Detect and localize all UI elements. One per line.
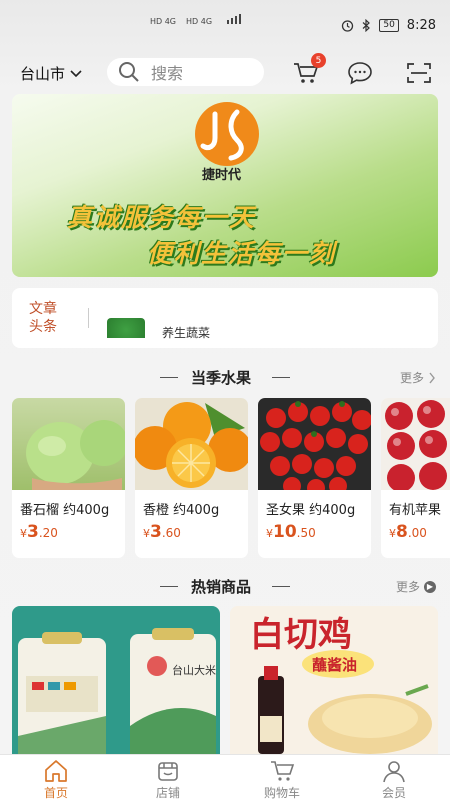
user-icon xyxy=(383,761,405,783)
section-header-fruit: 当季水果 更多 xyxy=(0,367,450,389)
product-name: 圣女果 约400g xyxy=(266,503,356,518)
tab-label: 店铺 xyxy=(155,786,180,800)
apple-image xyxy=(381,398,450,490)
divider xyxy=(88,308,89,328)
product-name: 有机苹果 xyxy=(389,503,442,518)
chicken-poster-image: 白切鸡 蘸酱油 xyxy=(230,606,438,754)
scan-button[interactable] xyxy=(406,60,432,86)
signal-icon xyxy=(226,14,241,24)
product-card[interactable]: 台山大米 xyxy=(12,606,220,754)
chevron-down-icon xyxy=(70,69,82,77)
product-price: ¥3.60 xyxy=(143,522,181,542)
home-icon xyxy=(45,760,67,782)
price-integer: 10 xyxy=(273,522,297,542)
banner-slogan-1: 真诚服务每一天 xyxy=(67,203,257,232)
rice-bags-image: 台山大米 xyxy=(18,628,216,754)
cherry-tomato-image xyxy=(258,398,371,490)
chat-bubble-icon xyxy=(348,62,372,85)
message-button[interactable] xyxy=(347,60,373,86)
chevron-right-icon: ▶ xyxy=(424,580,436,593)
product-card[interactable]: 香橙 约400g ¥3.60 xyxy=(135,398,248,558)
search-placeholder: 搜索 xyxy=(151,64,184,83)
network-label-1: HD 4G xyxy=(150,17,177,26)
orange-image xyxy=(135,398,248,490)
city-label: 台山市 xyxy=(20,65,66,83)
tab-label: 会员 xyxy=(381,786,406,800)
product-name: 香橙 约400g xyxy=(143,503,220,518)
price-decimal: .00 xyxy=(407,526,427,540)
promo-banner[interactable]: 捷时代 真诚服务每一天 便利生活每一刻 xyxy=(12,94,438,277)
guava-image xyxy=(12,398,125,490)
price-integer: 3 xyxy=(150,522,162,542)
brand-logo-icon xyxy=(195,102,259,166)
product-card[interactable]: 白切鸡 蘸酱油 xyxy=(230,606,438,754)
clock: 8:28 xyxy=(406,18,436,33)
price-integer: 8 xyxy=(396,522,408,542)
search-icon xyxy=(119,62,139,82)
hot-products-grid: 台山大米 白切鸡 蘸酱油 xyxy=(12,606,438,754)
bluetooth-icon xyxy=(362,19,371,32)
search-input[interactable]: 搜索 xyxy=(107,58,264,86)
title-dash-right xyxy=(272,586,290,587)
product-price: ¥3.20 xyxy=(20,522,58,542)
price-decimal: .50 xyxy=(296,526,316,540)
tab-store[interactable]: 店铺 xyxy=(128,758,208,801)
news-headline: 养生蔬菜 xyxy=(162,326,211,340)
poster-subtitle: 蘸酱油 xyxy=(312,656,357,674)
tab-home[interactable]: 首页 xyxy=(16,758,96,801)
cart-count-badge: 5 xyxy=(311,53,326,68)
more-label: 更多 xyxy=(395,580,420,594)
currency-symbol: ¥ xyxy=(143,527,150,540)
section-title: 当季水果 xyxy=(191,369,252,387)
section-title: 热销商品 xyxy=(191,578,252,596)
cart-icon xyxy=(271,761,295,781)
more-link-hot[interactable]: 更多 ▶ xyxy=(396,578,436,595)
more-label: 更多 xyxy=(399,371,424,385)
product-name: 番石榴 约400g xyxy=(20,503,110,518)
cart-button[interactable]: 5 xyxy=(293,53,326,86)
network-label-2: HD 4G xyxy=(186,17,213,26)
poster-title: 白切鸡 xyxy=(250,615,352,655)
product-card[interactable]: 有机苹果 ¥8.00 xyxy=(381,398,450,558)
currency-symbol: ¥ xyxy=(266,527,273,540)
tab-member[interactable]: 会员 xyxy=(354,758,434,801)
fruit-carousel[interactable]: 番石榴 约400g ¥3.20 香橙 约400g ¥3.60 圣女果 约400g… xyxy=(12,398,450,558)
product-price: ¥8.00 xyxy=(389,522,427,542)
title-dash-left xyxy=(160,377,178,378)
status-bar: HD 4G HD 4G 50 8:28 xyxy=(0,0,450,52)
city-selector[interactable]: 台山市 xyxy=(20,63,83,84)
product-card[interactable]: 圣女果 约400g ¥10.50 xyxy=(258,398,371,558)
price-integer: 3 xyxy=(27,522,39,542)
news-tag: 文章头条 xyxy=(29,301,57,335)
brand-name: 捷时代 xyxy=(202,168,242,183)
news-thumbnail xyxy=(107,318,145,338)
title-dash-left xyxy=(160,586,178,587)
currency-symbol: ¥ xyxy=(20,527,27,540)
product-price: ¥10.50 xyxy=(266,522,316,542)
tab-label: 购物车 xyxy=(263,786,300,800)
network-indicator: HD 4G HD 4G xyxy=(150,14,245,27)
currency-symbol: ¥ xyxy=(389,527,396,540)
section-header-hot: 热销商品 更多 ▶ xyxy=(0,576,450,598)
store-icon xyxy=(158,762,178,781)
bottom-tab-bar: 首页 店铺 购物车 会员 xyxy=(0,754,450,801)
tab-label: 首页 xyxy=(43,786,68,800)
alarm-icon xyxy=(342,20,354,32)
product-card[interactable]: 番石榴 约400g ¥3.20 xyxy=(12,398,125,558)
banner-slogan-2: 便利生活每一刻 xyxy=(147,239,337,268)
top-header: 台山市 搜索 5 xyxy=(0,53,450,90)
battery-level: 50 xyxy=(379,19,399,32)
news-ticker[interactable]: 文章头条 养生蔬菜 xyxy=(12,288,438,348)
chevron-right-icon xyxy=(429,372,435,383)
rice-bag-label: 台山大米 xyxy=(172,663,216,677)
tab-cart[interactable]: 购物车 xyxy=(242,758,322,801)
title-dash-right xyxy=(272,377,290,378)
price-decimal: .60 xyxy=(161,526,181,540)
price-decimal: .20 xyxy=(38,526,58,540)
scan-icon xyxy=(407,63,431,83)
more-link-fruit[interactable]: 更多 xyxy=(400,369,436,386)
